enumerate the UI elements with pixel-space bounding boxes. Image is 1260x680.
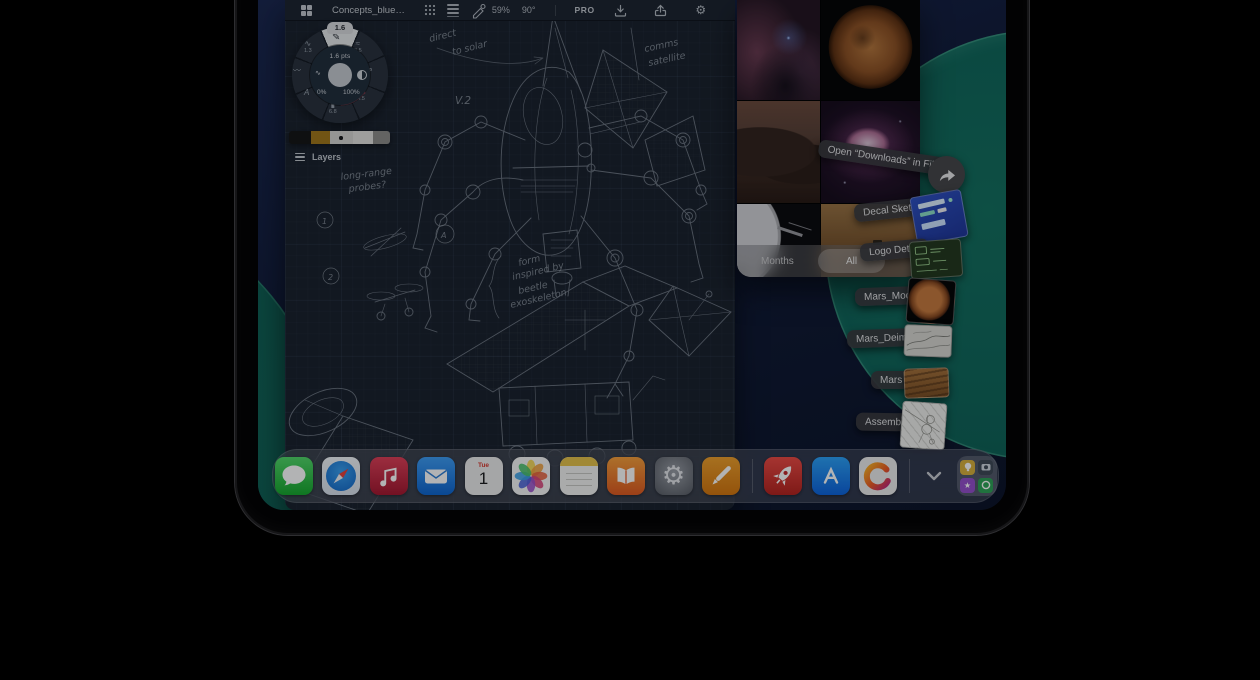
flower-icon (512, 457, 550, 495)
music-app-icon[interactable] (370, 457, 408, 495)
messages-app-icon[interactable] (275, 457, 313, 495)
star-mini-icon: ★ (960, 478, 975, 493)
scene: direct to solar comms satellite V.2 long… (0, 0, 1260, 680)
compass-needle-icon (322, 457, 360, 495)
notes-app-icon[interactable] (560, 457, 598, 495)
mail-app-icon[interactable] (417, 457, 455, 495)
app-store-icon[interactable] (812, 457, 850, 495)
dock-divider (752, 459, 753, 493)
concepts-c-swirl-icon (859, 457, 897, 495)
books-app-icon[interactable] (607, 457, 645, 495)
calendar-weekday: Tue (478, 462, 489, 469)
speech-bubble-icon (275, 457, 313, 495)
app-store-a-icon (812, 457, 850, 495)
drag-thumb-assembly-sketch[interactable] (899, 400, 947, 450)
dock-divider (909, 459, 910, 493)
dock-collapse-chevron-button[interactable] (921, 463, 947, 489)
calendar-day: 1 (479, 470, 488, 487)
app-library-icon[interactable]: ★ (957, 456, 997, 496)
sketch-pen-app-icon[interactable] (702, 457, 740, 495)
settings-app-icon[interactable]: ⚙ (655, 457, 693, 495)
drag-thumb-mars-painting[interactable] (903, 367, 949, 399)
camera-mini-icon (978, 460, 993, 475)
dock: Tue 1 ⚙ (272, 449, 999, 503)
concepts-app-icon[interactable] (859, 457, 897, 495)
lightbulb-mini-icon (960, 460, 975, 475)
gear-icon: ⚙ (662, 463, 685, 489)
safari-app-icon[interactable] (322, 457, 360, 495)
drag-thumb-mars-model[interactable] (905, 277, 956, 325)
drag-thumb-logo-sketch[interactable] (909, 238, 964, 280)
ipad-screen: direct to solar comms satellite V.2 long… (258, 0, 1006, 510)
photos-app-icon[interactable] (512, 457, 550, 495)
envelope-icon (417, 457, 455, 495)
forward-arrow-icon (936, 166, 958, 183)
drag-and-drop-layer: Open “Downloads” in Files Decal Sketches… (258, 0, 1006, 510)
open-book-icon (607, 457, 645, 495)
drag-thumb-mars-deimos[interactable] (903, 324, 952, 358)
chevron-down-icon (923, 465, 945, 487)
music-note-icon (370, 457, 408, 495)
rocket-app-icon[interactable] (764, 457, 802, 495)
rocket-icon (764, 457, 802, 495)
drag-thumb-decal-sheet[interactable] (909, 189, 969, 245)
calendar-app-icon[interactable]: Tue 1 (465, 457, 503, 495)
share-forward-button[interactable] (928, 156, 965, 193)
clock-mini-icon (978, 478, 993, 493)
pen-icon (702, 457, 740, 495)
